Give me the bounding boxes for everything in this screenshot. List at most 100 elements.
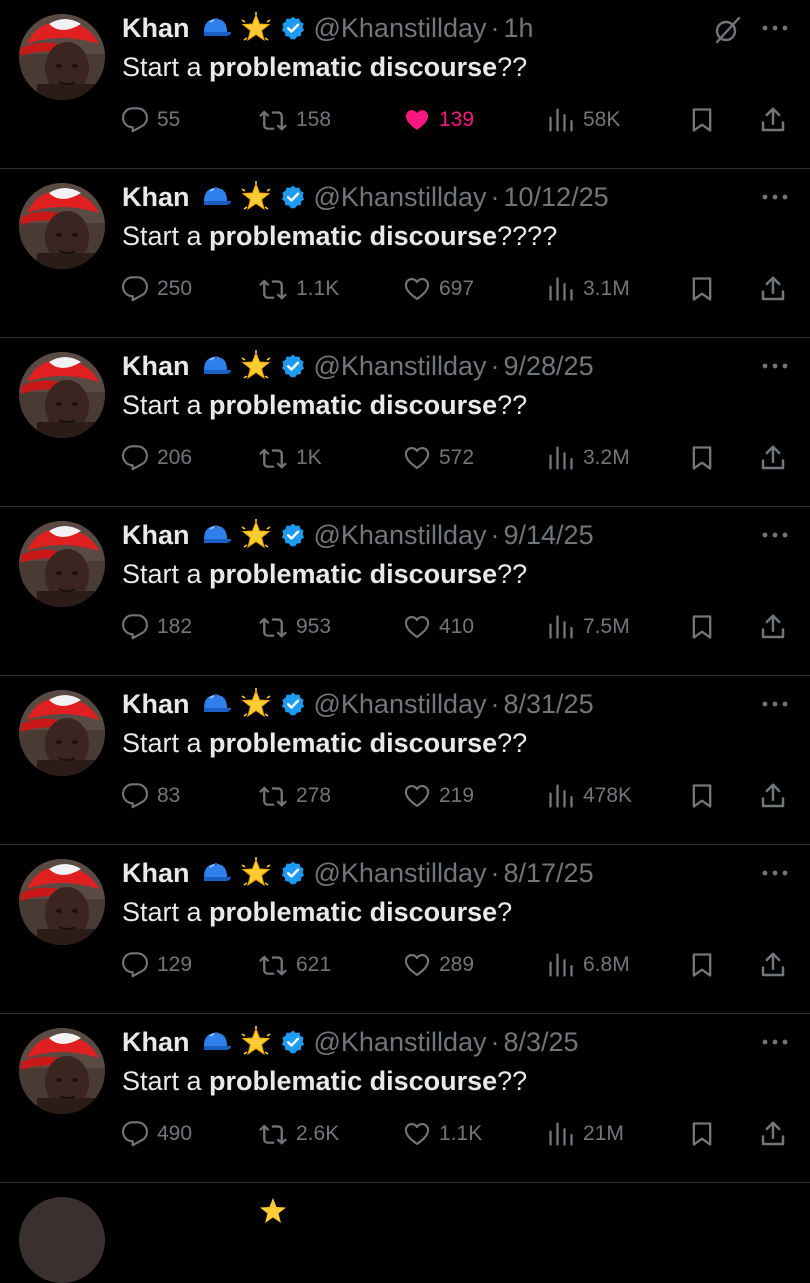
timestamp[interactable]: 9/28/25 <box>504 351 594 382</box>
author-name[interactable]: Khan <box>122 1027 190 1058</box>
views-button[interactable]: 3.1M <box>547 269 630 309</box>
bookmark-button[interactable] <box>688 100 716 140</box>
tweet[interactable]: Khan @Khan <box>0 0 810 169</box>
reply-button[interactable]: 129 <box>121 945 192 985</box>
views-button[interactable]: 478K <box>547 776 632 816</box>
avatar[interactable] <box>19 1197 105 1283</box>
view-count: 478K <box>583 784 633 807</box>
author-name[interactable]: Khan <box>122 13 190 44</box>
view-count: 58K <box>583 108 621 131</box>
reply-button[interactable]: 83 <box>121 776 180 816</box>
reply-button[interactable]: 182 <box>121 607 192 647</box>
repost-button[interactable]: 1.1K <box>258 269 339 309</box>
author-handle[interactable]: @Khanstillday <box>314 689 487 720</box>
more-options-icon[interactable] <box>758 352 792 380</box>
more-options-icon[interactable] <box>758 1028 792 1056</box>
repost-button[interactable]: 278 <box>258 776 331 816</box>
reply-button[interactable]: 55 <box>121 100 180 140</box>
author-handle[interactable]: @Khanstillday <box>314 1027 487 1058</box>
bookmark-icon <box>692 277 712 301</box>
timestamp[interactable]: 1h <box>504 13 534 44</box>
like-button[interactable]: 697 <box>403 269 474 309</box>
avatar[interactable] <box>19 14 105 100</box>
share-button[interactable] <box>758 1114 788 1154</box>
views-button[interactable]: 7.5M <box>547 607 630 647</box>
tweet-text-end: ? <box>497 897 513 927</box>
like-count: 410 <box>439 615 475 638</box>
tweet[interactable]: Khan @Khan <box>0 676 810 845</box>
share-button[interactable] <box>758 438 788 478</box>
repost-button[interactable]: 621 <box>258 945 331 985</box>
avatar[interactable] <box>19 859 105 945</box>
views-button[interactable]: 21M <box>547 1114 624 1154</box>
more-options-icon[interactable] <box>758 183 792 211</box>
share-button[interactable] <box>758 776 788 816</box>
timestamp[interactable]: 9/14/25 <box>504 520 594 551</box>
like-button[interactable]: 139 <box>403 100 474 140</box>
views-button[interactable]: 6.8M <box>547 945 630 985</box>
bookmark-button[interactable] <box>688 269 716 309</box>
reply-button[interactable]: 206 <box>121 438 192 478</box>
author-name[interactable]: Khan <box>122 520 190 551</box>
author-name[interactable]: Khan <box>122 182 190 213</box>
bookmark-button[interactable] <box>688 1114 716 1154</box>
share-button[interactable] <box>758 100 788 140</box>
reply-icon <box>121 783 149 809</box>
timestamp[interactable]: 10/12/25 <box>504 182 609 213</box>
like-button[interactable]: 289 <box>403 945 474 985</box>
bookmark-button[interactable] <box>688 438 716 478</box>
tweet[interactable]: Khan @Khan <box>0 1014 810 1183</box>
avatar[interactable] <box>19 1028 105 1114</box>
share-button[interactable] <box>758 607 788 647</box>
repost-button[interactable]: 158 <box>258 100 331 140</box>
bookmark-button[interactable] <box>688 607 716 647</box>
bookmark-button[interactable] <box>688 945 716 985</box>
avatar[interactable] <box>19 183 105 269</box>
avatar[interactable] <box>19 690 105 776</box>
share-button[interactable] <box>758 269 788 309</box>
timestamp[interactable]: 8/17/25 <box>504 858 594 889</box>
author-name[interactable]: Khan <box>122 858 190 889</box>
like-count: 139 <box>439 108 475 131</box>
more-options-icon[interactable] <box>758 521 792 549</box>
repost-count: 278 <box>296 784 332 807</box>
more-options-icon[interactable] <box>758 690 792 718</box>
like-button[interactable]: 1.1K <box>403 1114 482 1154</box>
avatar[interactable] <box>19 352 105 438</box>
timestamp[interactable]: 8/31/25 <box>504 689 594 720</box>
author-handle[interactable]: @Khanstillday <box>314 520 487 551</box>
author-handle[interactable]: @Khanstillday <box>314 351 487 382</box>
tweet[interactable]: Khan @Khan <box>0 507 810 676</box>
author-name[interactable]: Khan <box>122 689 190 720</box>
glowing-star-icon <box>240 350 272 382</box>
tweet-partial[interactable] <box>0 1183 810 1283</box>
like-button[interactable]: 219 <box>403 776 474 816</box>
repost-button[interactable]: 1K <box>258 438 322 478</box>
views-button[interactable]: 58K <box>547 100 620 140</box>
reply-button[interactable]: 490 <box>121 1114 192 1154</box>
avatar[interactable] <box>19 521 105 607</box>
reply-button[interactable]: 250 <box>121 269 192 309</box>
views-button[interactable]: 3.2M <box>547 438 630 478</box>
more-options-icon[interactable] <box>758 859 792 887</box>
tweet[interactable]: Khan @Khan <box>0 845 810 1014</box>
more-options-icon[interactable] <box>758 14 792 42</box>
views-icon <box>549 615 573 639</box>
timestamp[interactable]: 8/3/25 <box>504 1027 579 1058</box>
separator-dot: · <box>490 857 500 888</box>
tweet-actions: 83 278 219 478K <box>0 776 810 816</box>
author-handle[interactable]: @Khanstillday <box>314 13 487 44</box>
like-button[interactable]: 410 <box>403 607 474 647</box>
author-name[interactable]: Khan <box>122 351 190 382</box>
share-button[interactable] <box>758 945 788 985</box>
tweet[interactable]: Khan @Khan <box>0 169 810 338</box>
bookmark-button[interactable] <box>688 776 716 816</box>
glowing-star-icon <box>240 1026 272 1058</box>
repost-button[interactable]: 2.6K <box>258 1114 339 1154</box>
author-handle[interactable]: @Khanstillday <box>314 858 487 889</box>
repost-button[interactable]: 953 <box>258 607 331 647</box>
like-button[interactable]: 572 <box>403 438 474 478</box>
author-handle[interactable]: @Khanstillday <box>314 182 487 213</box>
tweet[interactable]: Khan @Khan <box>0 338 810 507</box>
grok-icon[interactable] <box>710 15 744 50</box>
